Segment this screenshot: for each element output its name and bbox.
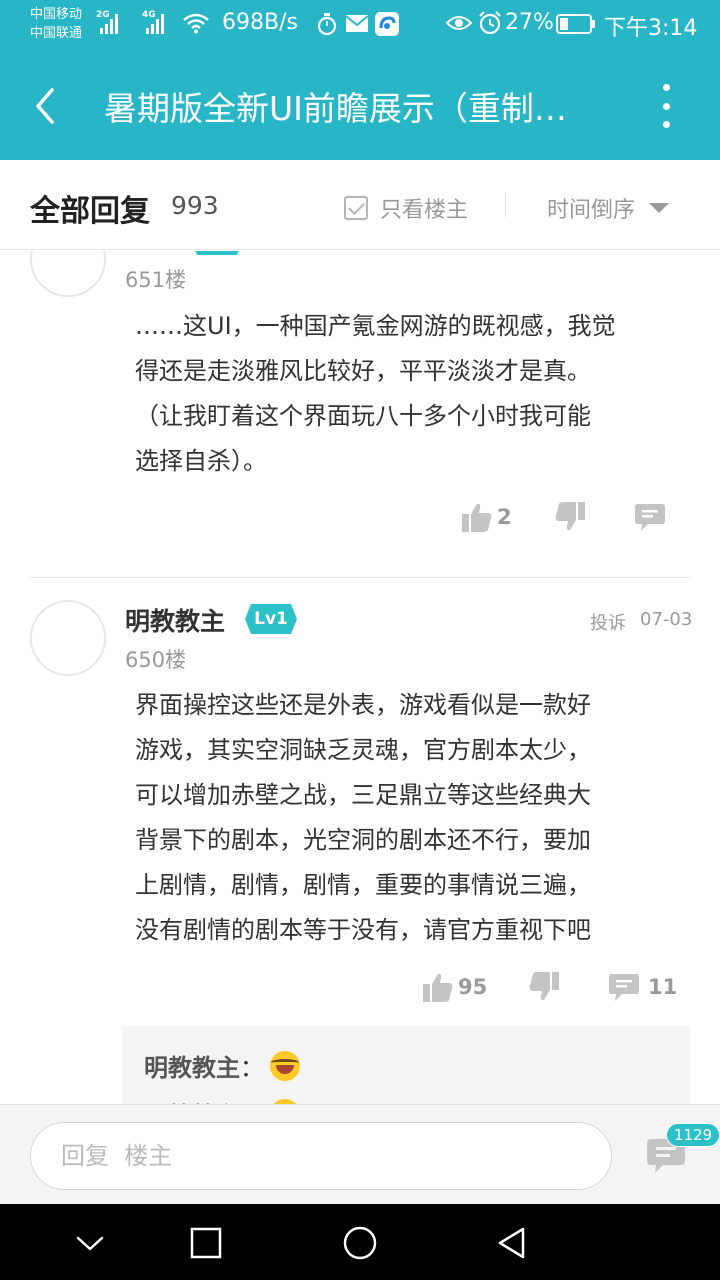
back-nav-icon[interactable] [495,1226,529,1260]
post-line: 背景下的剧本，光空洞的剧本还不行，要加 [135,826,591,854]
post-line: 选择自杀）。 [135,447,267,475]
reply-bar: 1129 [0,1104,720,1204]
post-line: 可以增加赤壁之战，三足鼎立等这些经典大 [135,781,591,809]
only-op-checkbox[interactable] [344,196,368,220]
battery-percent: 27% [505,10,554,35]
stopwatch-icon [317,13,337,36]
wifi-icon [183,13,209,34]
thumbs-down-icon [529,972,559,1001]
app-notification-icon [375,12,399,36]
page-title: 暑期版全新UI前瞻展示（重制… [104,89,567,128]
post-line: 得还是走淡雅风比较好，平平淡淡才是真。 [135,357,591,385]
only-op-toggle[interactable]: 只看楼主 [344,192,468,224]
level-badge [191,251,243,255]
floor-number: 651楼 [125,268,187,292]
carrier-2: 中国联通 [30,26,83,41]
signal-2-icon: 4G [142,10,166,34]
post-actions: 95 11 [0,971,720,1005]
post-line: 上剧情，剧情，剧情，重要的事情说三遍， [135,871,591,899]
sub-reply-separator: ： [240,1096,264,1104]
reply-input[interactable] [30,1122,612,1190]
username[interactable]: 明教教主 [125,602,225,638]
only-op-label: 只看楼主 [380,198,469,223]
battery-icon [556,14,595,34]
like-button[interactable]: 95 [422,971,487,1003]
sub-reply-box[interactable]: 明教教主 ： 明教教主 ： [122,1026,690,1104]
post-content: ……这UI，一种国产氪金网游的既视感，我觉 得还是走淡雅风比较好，平平淡淡才是真… [135,304,616,484]
floor-number: 650楼 [125,648,187,672]
carrier-1: 中国移动 [30,7,83,22]
dislike-button[interactable] [554,501,586,533]
signal-2-generation: 4G [142,10,156,20]
like-count: 95 [458,975,488,999]
carrier-labels: 中国移动 中国联通 [30,5,82,43]
comment-icon [609,974,639,1001]
post-actions: 2 [0,501,720,535]
mail-icon [345,15,369,32]
sub-reply[interactable]: 明教教主 ： [144,1048,300,1083]
alarm-icon [479,11,501,35]
like-count: 2 [497,505,512,529]
signal-1-generation: 2G [96,10,110,20]
reply-count-badge: 1129 [666,1123,720,1147]
clock: 下午3:14 [604,16,698,41]
dislike-button[interactable] [528,971,560,1003]
post-divider [30,577,690,578]
post-line: ……这UI，一种国产氪金网游的既视感，我觉 [135,312,616,340]
reply-filter-bar: 全部回复 993 只看楼主 时间倒序 [0,160,720,250]
post-line: 界面操控这些还是外表，游戏看似是一款好 [135,691,591,719]
status-bar: 中国移动 中国联通 2G 4G 698B/s 27% 下午3:14 [0,0,720,50]
eye-comfort-icon [446,16,472,30]
post-content: 界面操控这些还是外表，游戏看似是一款好 游戏，其实空洞缺乏灵魂，官方剧本太少， … [135,683,591,953]
avatar[interactable] [30,251,106,297]
comment-button[interactable] [634,501,666,533]
comment-count: 11 [648,975,678,999]
like-button[interactable]: 2 [461,501,512,533]
post-line: 没有剧情的剧本等于没有，请官方重视下吧 [135,916,591,944]
reply-count: 993 [171,191,219,220]
filter-divider [505,193,506,217]
sub-reply-separator: ： [240,1054,264,1082]
title-bar: 暑期版全新UI前瞻展示（重制… [0,50,720,160]
sort-dropdown[interactable]: 时间倒序 [547,192,670,224]
comment-button[interactable]: 11 [608,971,677,1003]
post-line: （让我盯着这个界面玩八十多个小时我可能 [135,402,591,430]
sort-label: 时间倒序 [547,198,636,223]
reply-feed[interactable]: 651楼 ……这UI，一种国产氪金网游的既视感，我觉 得还是走淡雅风比较好，平平… [0,251,720,1104]
thumbs-up-icon [423,973,453,1002]
level-badge: Lv1 [245,604,297,634]
signal-1-icon: 2G [96,10,120,34]
home-icon[interactable] [343,1226,377,1260]
post-line: 游戏，其实空洞缺乏灵魂，官方剧本太少， [135,736,591,764]
sub-reply-author[interactable]: 明教教主 [144,1048,240,1083]
system-nav-bar [0,1204,720,1280]
report-link[interactable]: 投诉 [590,609,626,635]
all-replies-label: 全部回复 [30,194,150,229]
more-vertical-icon[interactable] [656,84,676,128]
hide-keyboard-icon[interactable] [73,1226,107,1260]
sub-reply[interactable]: 明教教主 ： [144,1096,300,1104]
thumbs-down-icon [555,502,585,531]
laughing-tears-emoji-icon [270,1050,300,1081]
chevron-down-icon [649,203,670,213]
avatar[interactable] [30,600,106,676]
post-date: 07-03 [640,609,693,630]
thumbs-up-icon [462,503,492,532]
sub-reply-author[interactable]: 明教教主 [144,1096,240,1104]
network-speed: 698B/s [222,10,298,35]
recent-apps-icon[interactable] [189,1226,223,1260]
back-arrow-icon[interactable] [30,86,60,126]
comment-icon [635,504,665,531]
